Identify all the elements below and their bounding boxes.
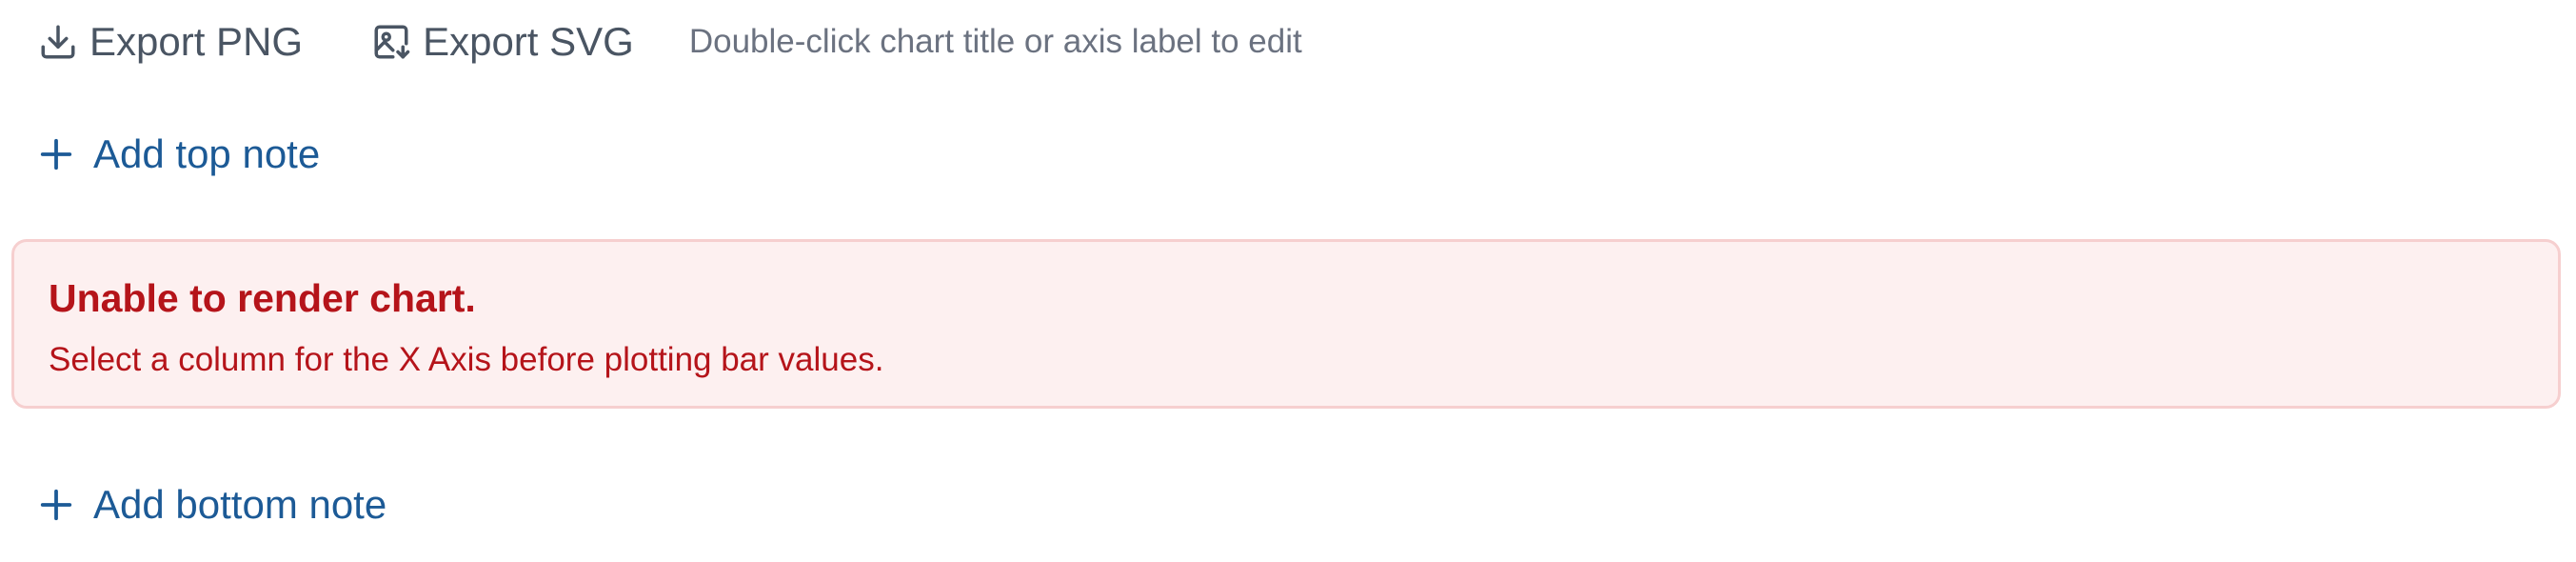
export-svg-button[interactable]: Export SVG [371,19,634,65]
plus-icon [38,487,74,523]
export-png-button[interactable]: Export PNG [38,19,303,65]
error-title: Unable to render chart. [49,276,476,320]
export-png-label: Export PNG [89,19,304,64]
add-top-note-label: Add top note [93,131,321,176]
chart-error-alert: Unable to render chart. Select a column … [11,239,2561,409]
chart-toolbar: Export PNG Export SVG Double-click chart… [38,13,1302,70]
add-top-note-button[interactable]: Add top note [38,126,320,183]
error-message: Select a column for the X Axis before pl… [49,341,884,378]
add-bottom-note-button[interactable]: Add bottom note [38,476,386,533]
export-svg-label: Export SVG [423,19,634,64]
plus-icon [38,136,74,172]
download-icon [38,22,78,62]
image-export-icon [371,22,411,62]
edit-hint: Double-click chart title or axis label t… [688,23,1302,60]
add-bottom-note-label: Add bottom note [93,482,387,527]
